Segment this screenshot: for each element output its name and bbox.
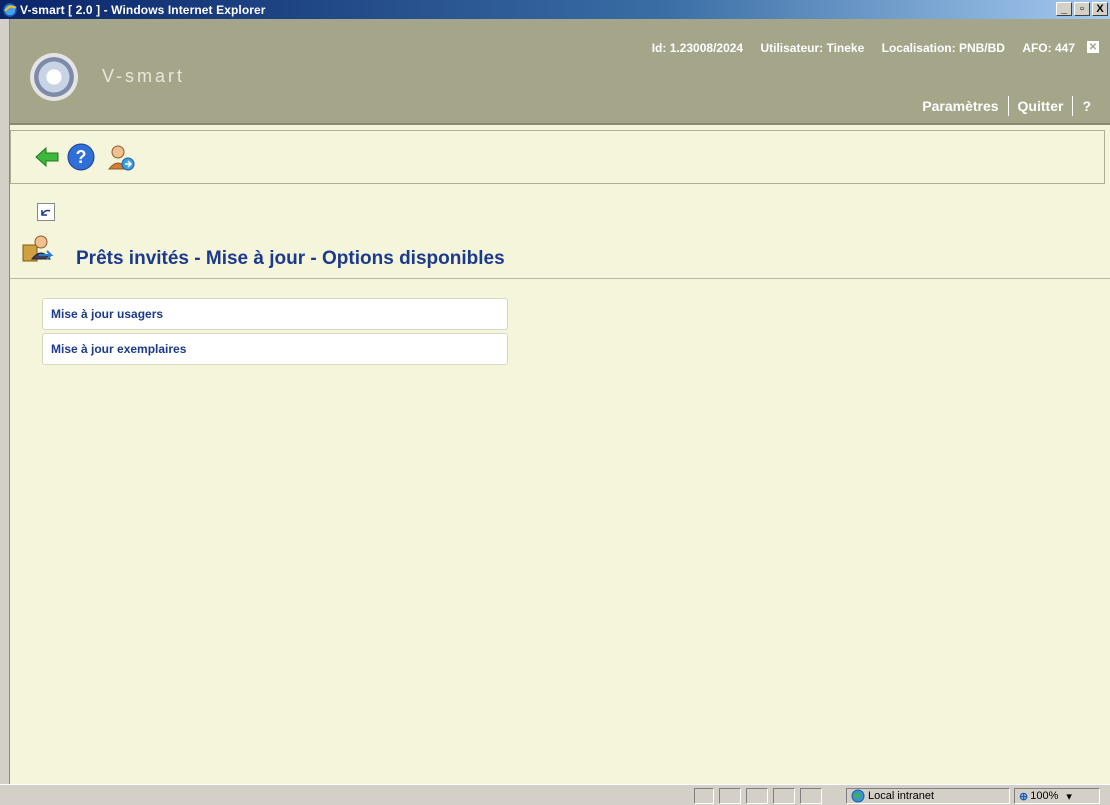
zoom-icon: ⊕ bbox=[1019, 790, 1029, 803]
id-label: Id: 1.23008/2024 bbox=[651, 41, 744, 55]
title-divider bbox=[10, 278, 1110, 279]
internet-explorer-icon bbox=[2, 2, 18, 18]
maximize-button[interactable]: ▫ bbox=[1074, 2, 1090, 16]
user-switch-icon[interactable] bbox=[106, 143, 135, 171]
app-frame: V-smart Id: 1.23008/2024 Utilisateur: Ti… bbox=[9, 19, 1110, 784]
afo-label: AFO: 447 bbox=[1022, 41, 1075, 55]
page-title: Prêts invités - Mise à jour - Options di… bbox=[76, 248, 505, 269]
svg-text:?: ? bbox=[76, 147, 87, 167]
location-label: Localisation: PNB/BD bbox=[881, 41, 1005, 55]
vsmart-logo-icon bbox=[30, 53, 78, 101]
toolbar: ? bbox=[10, 130, 1105, 184]
link-divider bbox=[1072, 96, 1074, 116]
help-icon[interactable]: ? bbox=[67, 143, 95, 171]
window-title: V-smart [ 2.0 ] - Windows Internet Explo… bbox=[20, 2, 266, 17]
logo-text: V-smart bbox=[102, 66, 186, 86]
status-cell bbox=[746, 788, 768, 804]
status-cell bbox=[800, 788, 822, 804]
option-update-users[interactable]: Mise à jour usagers bbox=[42, 298, 508, 330]
window-titlebar: V-smart [ 2.0 ] - Windows Internet Explo… bbox=[0, 0, 1110, 19]
minimize-button[interactable]: _ bbox=[1056, 2, 1072, 16]
settings-link[interactable]: Paramètres bbox=[922, 98, 998, 114]
zoom-control[interactable]: ⊕ 100% ▾ bbox=[1014, 788, 1100, 804]
zone-label: Local intranet bbox=[868, 790, 935, 802]
help-link[interactable]: ? bbox=[1082, 98, 1091, 114]
close-icon[interactable]: ✕ bbox=[1087, 41, 1099, 53]
option-update-items[interactable]: Mise à jour exemplaires bbox=[42, 333, 508, 365]
status-cell bbox=[773, 788, 795, 804]
quit-link[interactable]: Quitter bbox=[1018, 98, 1064, 114]
status-cell bbox=[694, 788, 714, 804]
window-close-button[interactable]: X bbox=[1092, 2, 1108, 16]
guest-loans-icon bbox=[21, 233, 55, 267]
undo-icon bbox=[41, 209, 51, 216]
options-list: Mise à jour usagers Mise à jour exemplai… bbox=[42, 298, 508, 368]
zoom-level: 100% bbox=[1030, 790, 1059, 802]
security-zone: Local intranet bbox=[846, 788, 1010, 804]
user-label: Utilisateur: Tineke bbox=[760, 41, 865, 55]
status-page-icon bbox=[719, 788, 741, 804]
link-divider bbox=[1007, 96, 1009, 116]
undo-button[interactable] bbox=[37, 203, 55, 221]
session-info: Id: 1.23008/2024 Utilisateur: Tineke Loc… bbox=[638, 41, 1075, 55]
chevron-down-icon[interactable]: ▾ bbox=[1066, 790, 1072, 803]
globe-icon bbox=[851, 789, 865, 803]
back-arrow-icon[interactable] bbox=[33, 143, 61, 171]
status-bar: Local intranet ⊕ 100% ▾ bbox=[0, 784, 1110, 805]
header-links: Paramètres Quitter ? bbox=[922, 96, 1091, 116]
app-header: V-smart Id: 1.23008/2024 Utilisateur: Ti… bbox=[10, 19, 1110, 125]
